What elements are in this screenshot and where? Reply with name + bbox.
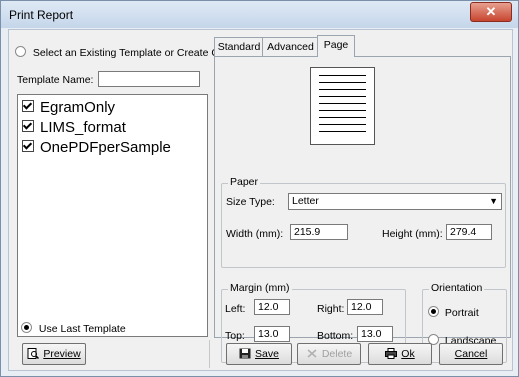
template-name: EgramOnly — [40, 99, 116, 116]
template-name-label: Template Name: — [17, 74, 94, 86]
preview-button[interactable]: Preview — [22, 343, 86, 365]
preview-icon — [27, 348, 40, 359]
tab-label: Page — [323, 39, 349, 51]
list-item[interactable]: EgramOnly — [22, 99, 115, 116]
preview-label: Preview — [43, 348, 81, 360]
tab-label: Advanced — [267, 41, 314, 53]
tab-standard[interactable]: Standard — [214, 37, 264, 56]
bottom-margin-field[interactable]: 13.0 — [357, 326, 393, 342]
dropdown-arrow-icon[interactable]: ▼ — [489, 196, 498, 207]
delete-button[interactable]: Delete — [297, 343, 361, 365]
list-item[interactable]: LIMS_format — [22, 119, 126, 136]
ok-button[interactable]: Ok — [368, 343, 432, 365]
print-report-window: Print Report ✕ Select an Existing Templa… — [0, 0, 519, 377]
width-label: Width (mm): — [226, 228, 284, 240]
checkbox-icon[interactable] — [22, 100, 34, 112]
portrait-label: Portrait — [444, 307, 479, 319]
size-type-select[interactable]: Letter ▼ — [288, 193, 502, 210]
portrait-radio[interactable]: Portrait — [428, 306, 479, 319]
page-tab-panel: Paper Size Type: Letter ▼ Width (mm): 21… — [214, 56, 511, 363]
checkbox-icon[interactable] — [22, 140, 34, 152]
paper-group-title: Paper — [228, 176, 261, 188]
window-title: Print Report — [9, 8, 74, 22]
delete-icon — [307, 349, 317, 358]
page-preview — [310, 67, 375, 145]
template-name-input[interactable] — [98, 71, 200, 87]
use-last-template-radio[interactable]: Use Last Template — [21, 322, 126, 335]
printer-icon — [385, 348, 398, 359]
close-button[interactable]: ✕ — [470, 2, 512, 22]
bottom-margin-label: Bottom: — [317, 330, 354, 342]
size-type-value: Letter — [292, 195, 319, 207]
top-margin-label: Top: — [225, 330, 245, 342]
cancel-button[interactable]: Cancel — [439, 343, 503, 365]
right-margin-label: Right: — [317, 303, 345, 315]
paper-group: Paper Size Type: Letter ▼ Width (mm): 21… — [221, 176, 506, 268]
ok-label: Ok — [401, 348, 415, 360]
orientation-group-title: Orientation — [429, 282, 485, 294]
left-margin-label: Left: — [225, 303, 246, 315]
tab-page[interactable]: Page — [317, 35, 355, 57]
list-item[interactable]: OnePDFperSample — [22, 139, 171, 156]
delete-label: Delete — [321, 348, 353, 360]
radio-checked-icon — [21, 322, 32, 333]
radio-icon — [15, 46, 26, 57]
top-margin-field[interactable]: 13.0 — [254, 326, 290, 342]
close-icon: ✕ — [485, 4, 497, 19]
save-button[interactable]: Save — [226, 343, 292, 365]
select-template-label: Select an Existing Template or Create On… — [32, 47, 232, 59]
right-margin-field[interactable]: 12.0 — [347, 299, 383, 315]
width-field[interactable]: 215.9 — [290, 224, 348, 240]
separator — [209, 340, 210, 368]
select-template-radio[interactable]: Select an Existing Template or Create On… — [15, 46, 231, 59]
size-type-label: Size Type: — [226, 196, 275, 208]
height-label: Height (mm): — [382, 228, 443, 240]
tab-advanced[interactable]: Advanced — [262, 37, 319, 56]
title-bar[interactable]: Print Report ✕ — [1, 1, 518, 28]
template-list[interactable]: EgramOnly LIMS_format OnePDFperSample — [17, 94, 208, 337]
checkbox-icon[interactable] — [22, 120, 34, 132]
use-last-template-label: Use Last Template — [38, 323, 126, 335]
save-label: Save — [255, 348, 279, 360]
template-panel: Select an Existing Template or Create On… — [13, 36, 231, 337]
tab-label: Standard — [217, 41, 261, 53]
template-name: OnePDFperSample — [40, 139, 171, 156]
radio-checked-icon — [428, 306, 439, 317]
cancel-label: Cancel — [454, 348, 488, 360]
height-field[interactable]: 279.4 — [446, 224, 492, 240]
left-margin-field[interactable]: 12.0 — [254, 299, 290, 315]
save-icon — [239, 348, 251, 359]
template-name: LIMS_format — [40, 119, 126, 136]
margin-group-title: Margin (mm) — [228, 282, 292, 294]
dialog-client-area: Select an Existing Template or Create On… — [8, 29, 513, 371]
